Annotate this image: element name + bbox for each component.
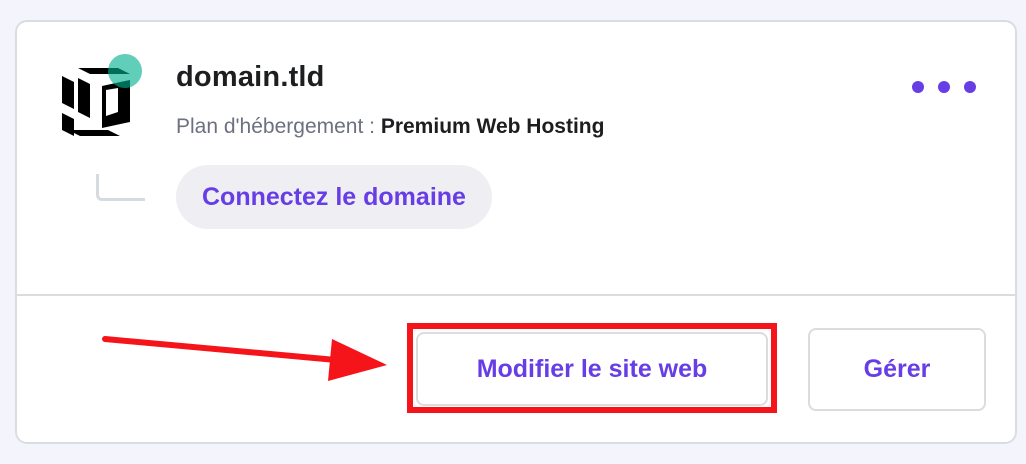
edit-website-button[interactable]: Modifier le site web xyxy=(416,332,768,406)
card-divider xyxy=(17,294,1015,296)
domain-title[interactable]: domain.tld xyxy=(176,61,325,94)
plan-label: Plan d'hébergement : xyxy=(176,115,375,138)
more-horizontal-icon xyxy=(912,81,924,93)
hosting-plan-text: Plan d'hébergement : Premium Web Hosting xyxy=(176,115,604,139)
website-logo xyxy=(62,54,146,138)
more-options-button[interactable] xyxy=(912,74,976,100)
connect-domain-button[interactable]: Connectez le domaine xyxy=(176,165,492,229)
status-dot xyxy=(108,54,142,88)
more-horizontal-icon xyxy=(964,81,976,93)
manage-button[interactable]: Gérer xyxy=(808,328,986,411)
plan-name: Premium Web Hosting xyxy=(380,115,605,138)
tree-connector xyxy=(96,174,145,201)
more-horizontal-icon xyxy=(938,81,950,93)
